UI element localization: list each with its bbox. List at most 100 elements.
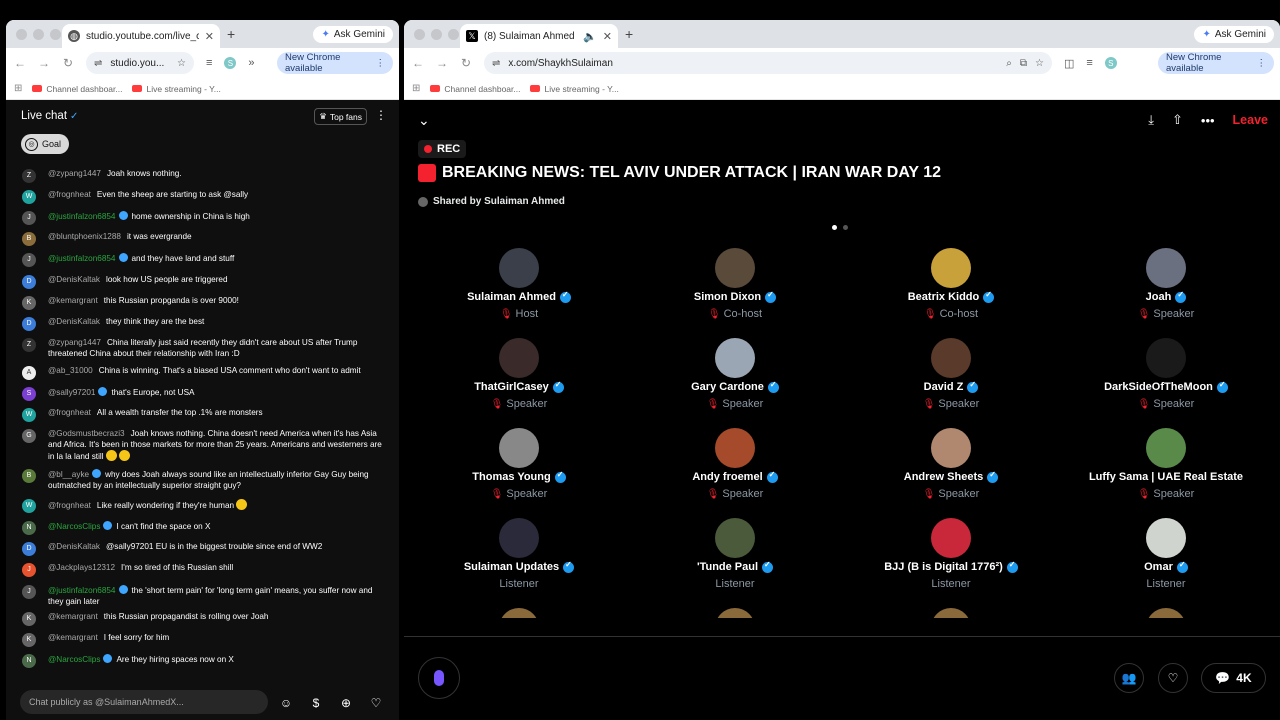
author-name[interactable]: @bl__ayke — [48, 470, 89, 479]
author-name[interactable]: @DenisKaltak — [48, 317, 100, 326]
back-icon[interactable]: ← — [412, 56, 424, 70]
participant-partial[interactable] — [419, 608, 619, 618]
address-bar[interactable]: ⇌ x.com/ShaykhSulaiman ⌕ ⧉ ☆ — [484, 52, 1052, 74]
address-bar[interactable]: ⇌ studio.you... ☆ — [86, 52, 194, 74]
page-dot[interactable] — [843, 225, 848, 230]
avatar[interactable] — [1146, 428, 1186, 468]
chat-input[interactable]: Chat publicly as @SulaimanAhmedX... — [20, 690, 268, 714]
page-dot-active[interactable] — [832, 225, 837, 230]
site-info-icon[interactable]: ⇌ — [492, 58, 500, 69]
participant[interactable]: Gary Cardone 🎙Speaker — [635, 338, 835, 410]
avatar[interactable]: D — [22, 317, 36, 331]
bookmark-channel-dashboard[interactable]: Channel dashboar... — [32, 84, 122, 94]
bookmark-live-streaming[interactable]: Live streaming - Y... — [530, 84, 619, 94]
new-tab-button[interactable]: + — [625, 26, 633, 42]
people-button[interactable]: 👥 — [1114, 663, 1144, 693]
avatar[interactable]: K — [22, 612, 36, 626]
avatar[interactable] — [499, 608, 539, 618]
goal-chip[interactable]: ◎ Goal — [21, 134, 70, 154]
site-info-icon[interactable]: ⇌ — [94, 58, 102, 69]
avatar[interactable] — [931, 608, 971, 618]
tab-youtube-studio[interactable]: ◍ studio.youtube.com/live_chat ✕ — [62, 24, 220, 48]
tab-search-icon[interactable]: ≡ — [206, 57, 212, 69]
participant[interactable]: David Z 🎙Speaker — [851, 338, 1051, 410]
side-panel-icon[interactable]: ◫ — [1064, 57, 1074, 70]
avatar[interactable]: K — [22, 296, 36, 310]
tab-search-icon[interactable]: ≡ — [1086, 57, 1092, 69]
super-chat-icon[interactable]: $ — [307, 694, 325, 712]
new-chrome-available-button[interactable]: New Chrome available ⋮ — [277, 52, 393, 74]
ask-gemini-button[interactable]: ✦ Ask Gemini — [313, 26, 393, 43]
close-tab-icon[interactable]: ✕ — [205, 30, 214, 43]
participant[interactable]: DarkSideOfTheMoon 🎙Speaker — [1066, 338, 1266, 410]
avatar[interactable]: S — [22, 387, 36, 401]
avatar[interactable] — [931, 518, 971, 558]
avatar[interactable] — [1146, 338, 1186, 378]
participant[interactable]: Sulaiman Ahmed 🎙Host — [419, 248, 619, 320]
bookmark-star-icon[interactable]: ☆ — [1035, 58, 1044, 69]
author-name[interactable]: @frognheat — [48, 501, 91, 510]
window-controls[interactable] — [414, 29, 459, 40]
author-name[interactable]: @justinfalzon6854 — [48, 254, 116, 263]
avatar[interactable] — [499, 338, 539, 378]
participant-partial[interactable] — [1066, 608, 1266, 618]
zoom-icon[interactable]: ⌕ — [1006, 58, 1012, 69]
avatar[interactable] — [715, 518, 755, 558]
reaction-button[interactable]: ♡ — [1158, 663, 1188, 693]
extensions-chevron-icon[interactable]: » — [248, 57, 254, 69]
add-icon[interactable]: ⊕ — [337, 694, 355, 712]
chat-menu-icon[interactable]: ⋮ — [375, 108, 387, 122]
minimize-icon[interactable]: ⤓ — [1148, 112, 1154, 128]
avatar[interactable]: J — [22, 211, 36, 225]
participant-partial[interactable] — [851, 608, 1051, 618]
author-name[interactable]: @kemargrant — [48, 633, 98, 642]
forward-icon[interactable]: → — [38, 56, 50, 70]
apps-grid-icon[interactable]: ⊞ — [14, 83, 22, 94]
avatar[interactable] — [1146, 608, 1186, 618]
avatar[interactable] — [1146, 518, 1186, 558]
avatar[interactable] — [499, 518, 539, 558]
page-indicator[interactable] — [832, 225, 848, 230]
participant[interactable]: 'Tunde Paul Listener — [635, 518, 835, 590]
audio-icon[interactable]: 🔈 — [583, 30, 597, 43]
author-name[interactable]: @NarcosClips — [48, 655, 100, 664]
author-name[interactable]: @NarcosClips — [48, 522, 100, 531]
forward-icon[interactable]: → — [436, 56, 448, 70]
share-icon[interactable]: ⇧ — [1172, 112, 1183, 128]
participant-partial[interactable] — [635, 608, 835, 618]
ask-gemini-button[interactable]: ✦ Ask Gemini — [1194, 26, 1274, 43]
avatar[interactable]: G — [22, 429, 36, 443]
emoji-icon[interactable]: ☺ — [277, 694, 295, 712]
participant[interactable]: ThatGirlCasey 🎙Speaker — [419, 338, 619, 410]
avatar[interactable]: N — [22, 654, 36, 668]
author-name[interactable]: @justinfalzon6854 — [48, 586, 116, 595]
participant[interactable]: Joah 🎙Speaker — [1066, 248, 1266, 320]
author-name[interactable]: @frognheat — [48, 190, 91, 199]
avatar[interactable]: J — [22, 563, 36, 577]
collapse-chevron-icon[interactable]: ⌄ — [418, 112, 430, 129]
participant[interactable]: Andrew Sheets 🎙Speaker — [851, 428, 1051, 500]
participant[interactable]: Sulaiman Updates Listener — [419, 518, 619, 590]
avatar[interactable]: D — [22, 275, 36, 289]
avatar[interactable] — [715, 608, 755, 618]
author-name[interactable]: @Godsmustbecrazi3 — [48, 429, 125, 438]
avatar[interactable]: A — [22, 366, 36, 380]
author-name[interactable]: @frognheat — [48, 408, 91, 417]
avatar[interactable] — [715, 338, 755, 378]
author-name[interactable]: @sally97201 — [48, 388, 95, 397]
author-name[interactable]: @zypang1447 — [48, 169, 101, 178]
author-name[interactable]: @bluntphoenix1288 — [48, 232, 121, 241]
profile-avatar[interactable]: S — [224, 57, 237, 69]
bookmark-channel-dashboard[interactable]: Channel dashboar... — [430, 84, 520, 94]
heart-icon[interactable]: ♡ — [367, 694, 385, 712]
participant[interactable]: Thomas Young 🎙Speaker — [419, 428, 619, 500]
tab-x-profile[interactable]: 𝕏 (8) Sulaiman Ahmed (@S 🔈 ✕ — [460, 24, 618, 48]
avatar[interactable] — [931, 428, 971, 468]
avatar[interactable]: J — [22, 585, 36, 599]
window-controls[interactable] — [16, 29, 61, 40]
reload-icon[interactable]: ↻ — [460, 56, 472, 70]
author-name[interactable]: @DenisKaltak — [48, 275, 100, 284]
new-tab-button[interactable]: + — [227, 26, 235, 42]
avatar[interactable]: D — [22, 542, 36, 556]
bookmark-live-streaming[interactable]: Live streaming - Y... — [132, 84, 221, 94]
